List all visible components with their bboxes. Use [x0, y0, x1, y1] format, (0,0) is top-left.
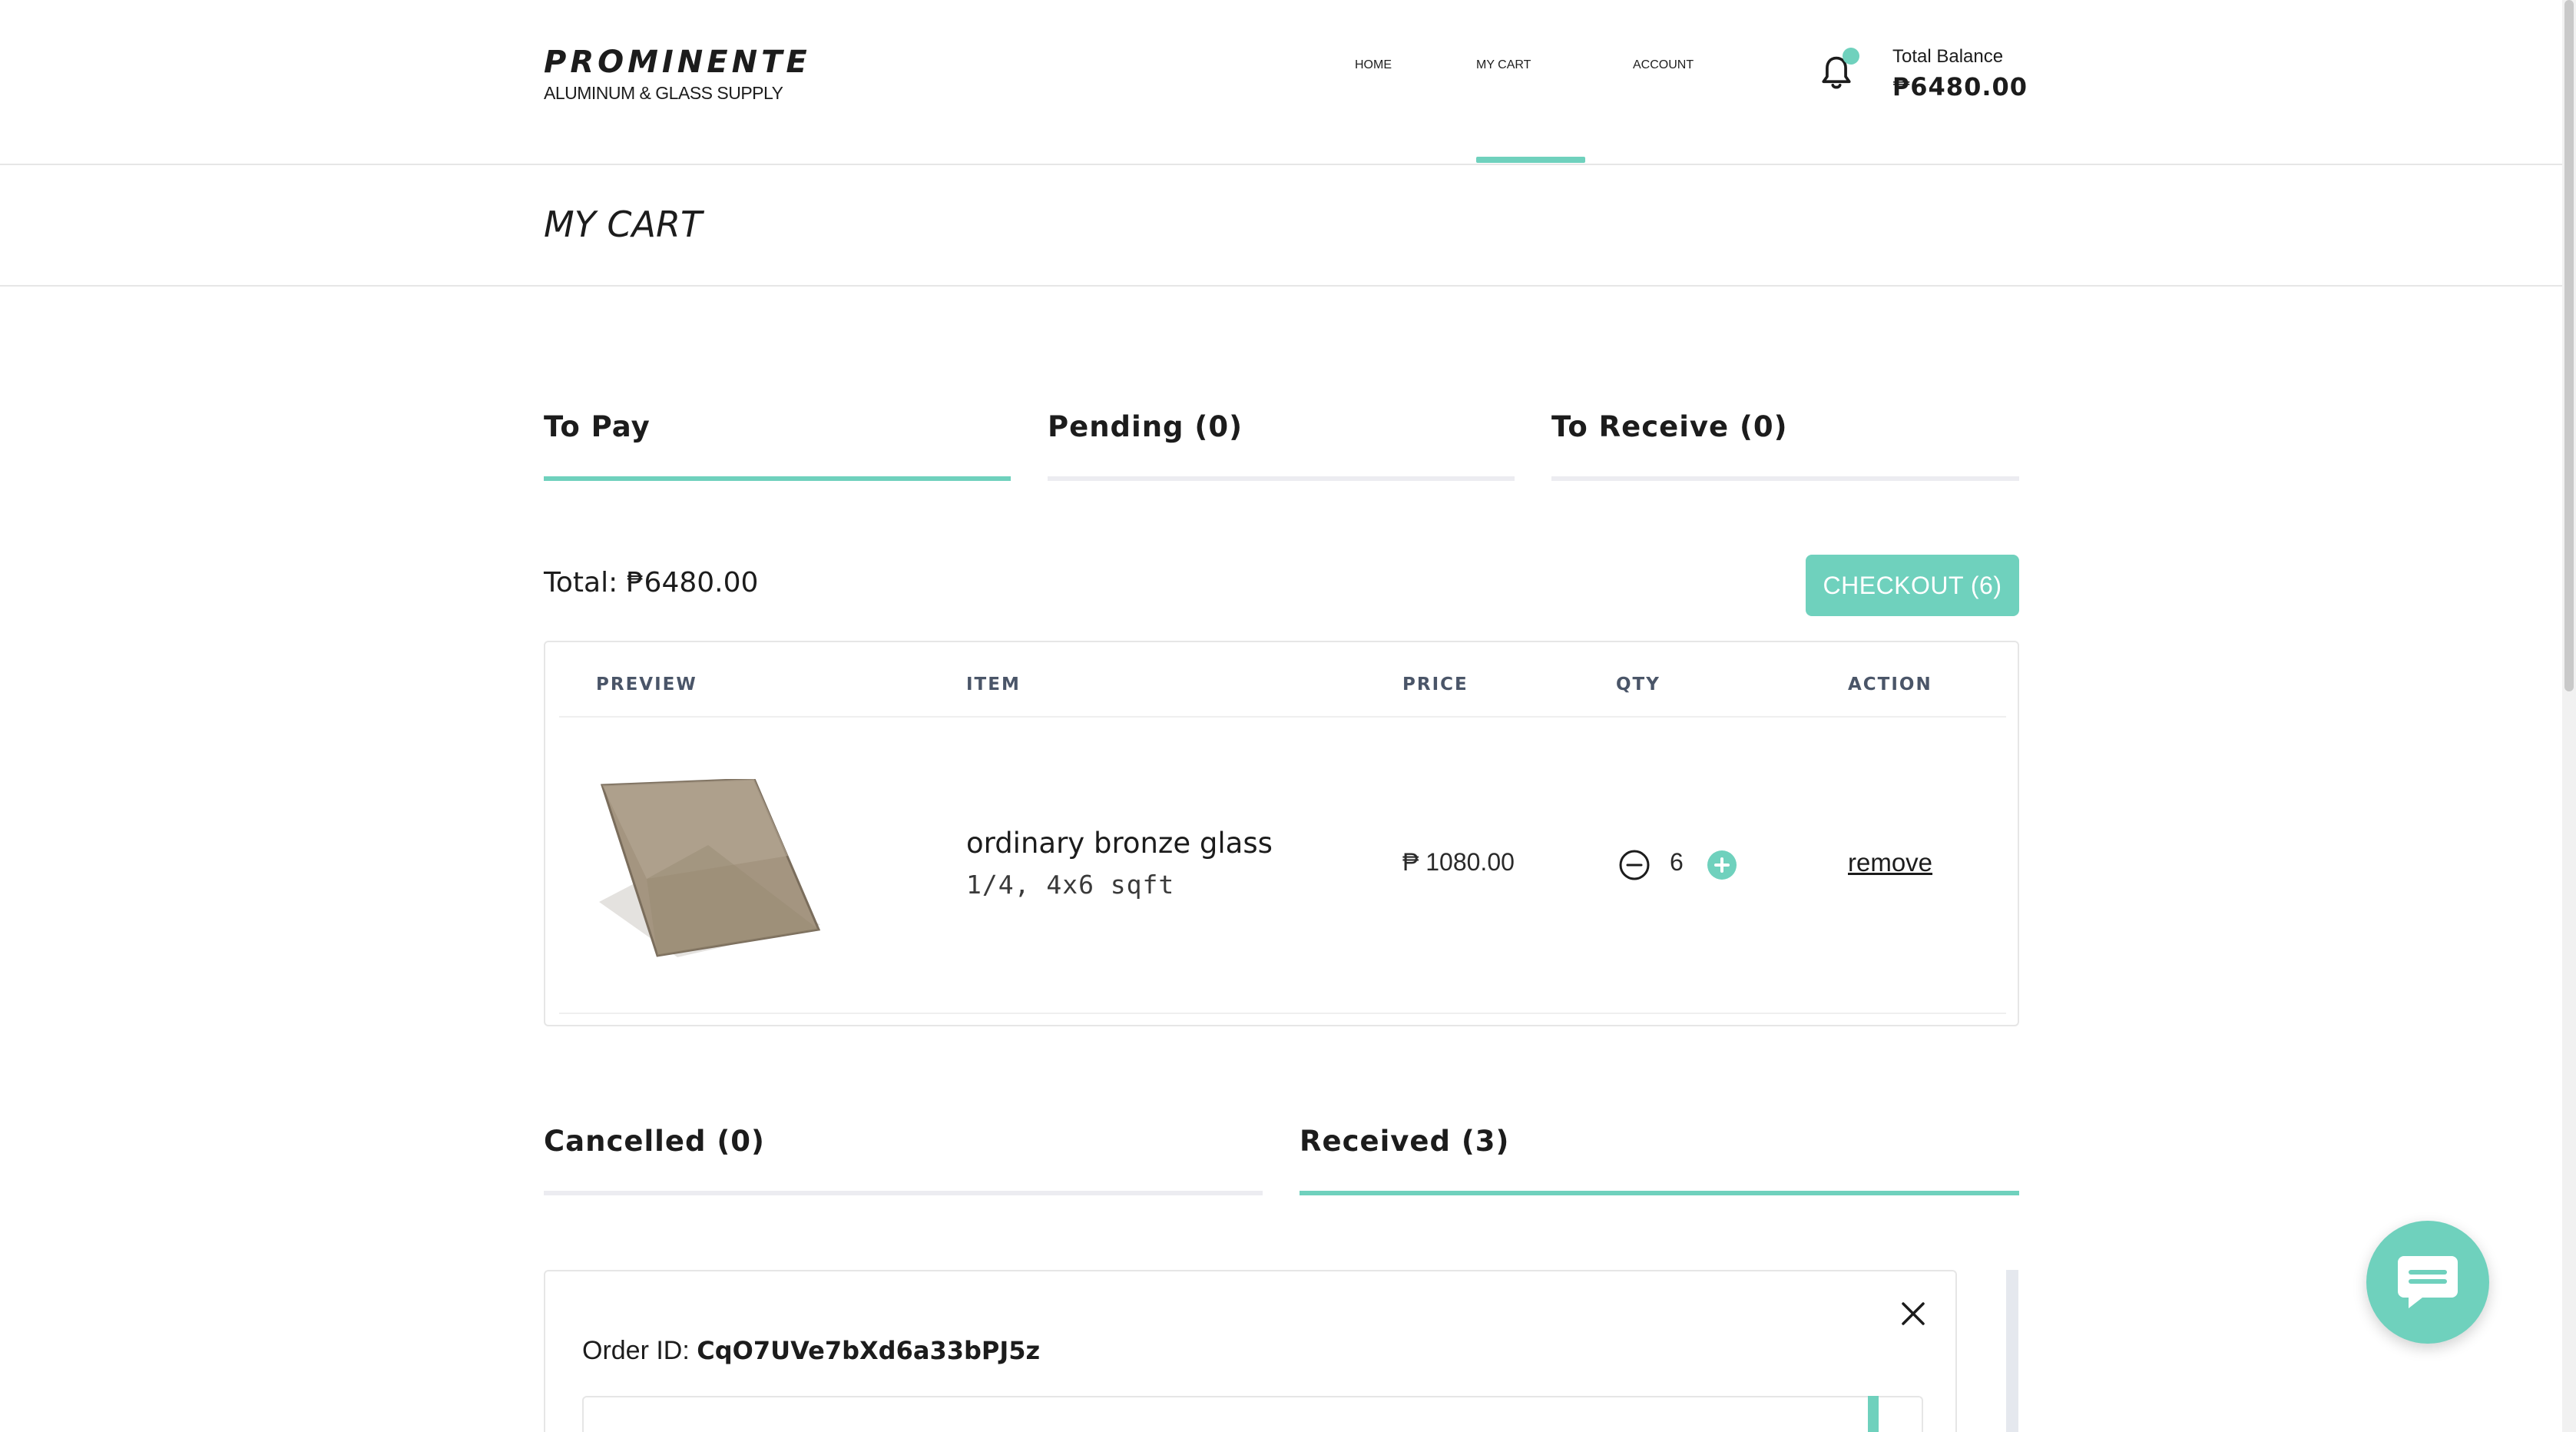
- page-scrollbar-thumb[interactable]: [2564, 0, 2574, 691]
- minus-circle-icon[interactable]: [1617, 848, 1651, 882]
- item-name: ordinary bronze glass: [966, 827, 1273, 860]
- page-title-bar: MY CART: [0, 165, 2562, 287]
- remove-link[interactable]: remove: [1848, 848, 1932, 877]
- order-id-value: CqO7UVe7bXd6a33bPJ5z: [697, 1336, 1041, 1365]
- nav-active-indicator: [1476, 157, 1585, 163]
- header-divider: [559, 716, 2006, 718]
- brand-subtitle: ALUMINUM & GLASS SUPPLY: [544, 83, 783, 103]
- order-card: Order ID: CqO7UVe7bXd6a33bPJ5z: [544, 1270, 1957, 1432]
- chat-icon: [2398, 1256, 2458, 1308]
- item-price: ₱ 1080.00: [1402, 848, 1515, 876]
- product-preview-image: [599, 779, 821, 957]
- nav-account[interactable]: ACCOUNT: [1633, 58, 1694, 72]
- tab-received-underline: [1300, 1191, 2019, 1195]
- column-header-action: ACTION: [1848, 675, 1932, 694]
- row-divider: [559, 1013, 2006, 1014]
- cart-table: PREVIEW ITEM PRICE QTY ACTION ordinary b…: [544, 641, 2019, 1026]
- page-scrollbar[interactable]: [2562, 0, 2576, 1432]
- tab-cancelled[interactable]: Cancelled (0): [544, 1125, 765, 1158]
- nav-my-cart[interactable]: MY CART: [1476, 58, 1531, 72]
- tab-to-pay[interactable]: To Pay: [544, 410, 651, 443]
- cart-total: Total: ₱6480.00: [544, 567, 759, 598]
- order-items-box: [582, 1396, 1923, 1432]
- tab-to-receive-underline: [1551, 476, 2019, 481]
- tab-to-receive[interactable]: To Receive (0): [1551, 410, 1788, 443]
- tab-to-pay-underline: [544, 476, 1011, 481]
- plus-circle-icon[interactable]: [1707, 850, 1737, 880]
- order-items-scroll-thumb[interactable]: [1868, 1396, 1879, 1432]
- tab-cancelled-underline: [544, 1191, 1263, 1195]
- tab-pending[interactable]: Pending (0): [1048, 410, 1243, 443]
- quantity-value: 6: [1670, 848, 1684, 876]
- order-id-row: Order ID: CqO7UVe7bXd6a33bPJ5z: [582, 1336, 1040, 1366]
- notification-dot: [1843, 48, 1859, 65]
- close-icon[interactable]: [1899, 1299, 1928, 1328]
- column-header-qty: QTY: [1616, 675, 1660, 694]
- column-header-preview: PREVIEW: [596, 675, 697, 694]
- brand-logo[interactable]: PROMINENTE ALUMINUM & GLASS SUPPLY: [544, 45, 811, 104]
- site-header: PROMINENTE ALUMINUM & GLASS SUPPLY HOME …: [0, 0, 2562, 165]
- item-spec: 1/4, 4x6 sqft: [966, 870, 1175, 900]
- balance-label: Total Balance: [1892, 46, 2004, 67]
- received-list-scrollbar[interactable]: [2006, 1270, 2018, 1432]
- column-header-item: ITEM: [966, 675, 1021, 694]
- chat-button[interactable]: [2366, 1221, 2489, 1344]
- checkout-button[interactable]: CHECKOUT (6): [1806, 555, 2019, 616]
- nav-home[interactable]: HOME: [1355, 58, 1392, 72]
- column-header-price: PRICE: [1402, 675, 1468, 694]
- page-title: MY CART: [544, 204, 703, 245]
- tab-pending-underline: [1048, 476, 1515, 481]
- balance-value: ₱6480.00: [1892, 72, 2028, 101]
- brand-name: PROMINENTE: [544, 45, 811, 80]
- order-id-label: Order ID:: [582, 1336, 690, 1365]
- tab-received[interactable]: Received (3): [1300, 1125, 1509, 1158]
